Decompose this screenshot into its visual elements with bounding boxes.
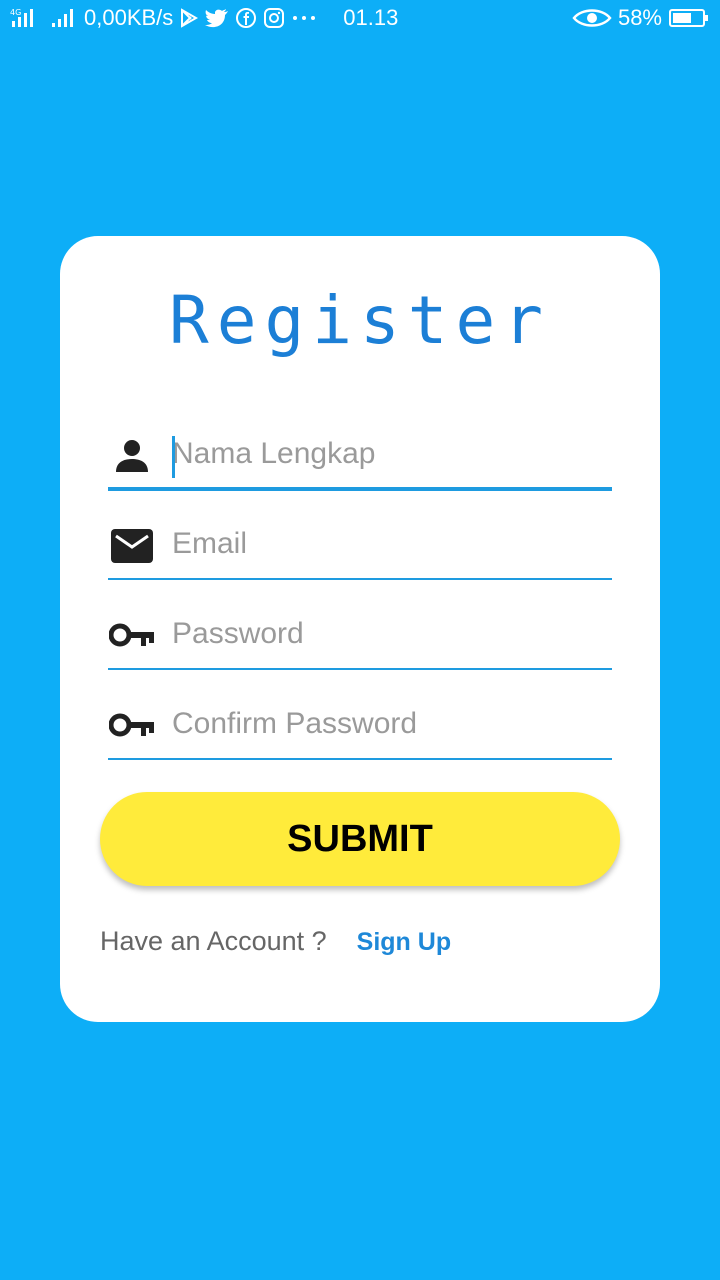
status-left: 4G 0,00KB/s 01.13 — [10, 5, 398, 31]
confirm-password-underline — [108, 758, 612, 760]
sign-up-link[interactable]: Sign Up — [357, 928, 451, 957]
battery-icon — [668, 7, 710, 29]
password-underline — [108, 668, 612, 670]
confirm-password-field[interactable] — [108, 696, 612, 760]
account-row: Have an Account ? Sign Up — [100, 926, 451, 957]
key-icon — [108, 706, 156, 746]
mail-icon — [108, 526, 156, 566]
person-icon — [108, 436, 156, 476]
status-right: 58% — [572, 5, 710, 31]
network-speed: 0,00KB/s — [84, 5, 174, 30]
play-store-icon — [179, 8, 199, 28]
password-input[interactable] — [172, 606, 602, 662]
have-account-text: Have an Account ? — [100, 926, 327, 956]
email-underline — [108, 578, 612, 580]
confirm-password-input[interactable] — [172, 696, 602, 752]
status-bar: 4G 0,00KB/s 01.13 58% — [0, 0, 720, 36]
network-type-label: 4G — [10, 8, 21, 17]
page-title: Register — [169, 282, 551, 359]
signal-icon — [50, 7, 78, 29]
facebook-icon — [235, 7, 257, 29]
name-input[interactable] — [172, 426, 602, 482]
more-icon — [291, 14, 317, 22]
name-field[interactable] — [108, 426, 612, 491]
signal-icon: 4G — [10, 7, 44, 29]
name-underline — [108, 487, 612, 491]
register-card: Register Nama Lengkap Email SUBMIT Have … — [60, 236, 660, 1022]
twitter-icon — [205, 8, 229, 28]
eye-icon — [572, 7, 612, 29]
instagram-icon — [263, 7, 285, 29]
email-input[interactable] — [172, 516, 602, 572]
clock: 01.13 — [343, 5, 399, 30]
battery-percent: 58% — [617, 5, 662, 30]
text-cursor — [172, 436, 175, 478]
email-field[interactable] — [108, 516, 612, 580]
submit-button[interactable]: SUBMIT — [100, 792, 620, 886]
key-icon — [108, 616, 156, 656]
password-field[interactable] — [108, 606, 612, 670]
